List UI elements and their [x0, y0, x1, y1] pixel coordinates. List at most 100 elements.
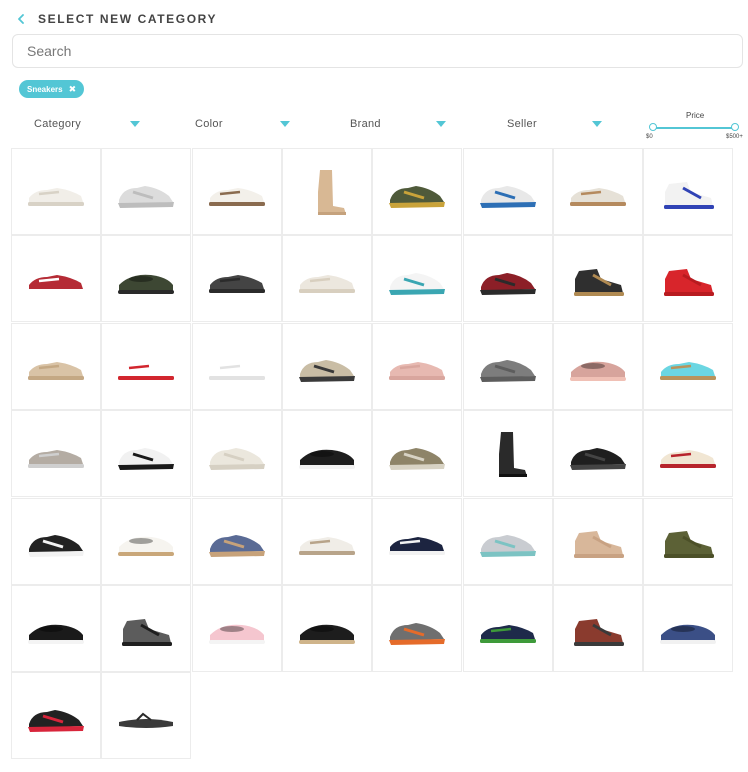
product-tile[interactable] [552, 235, 643, 323]
shoe-image [208, 274, 265, 293]
shoe-image [28, 449, 84, 468]
product-tile[interactable] [11, 410, 101, 498]
product-tile[interactable] [372, 497, 463, 585]
product-tile[interactable] [11, 322, 101, 410]
price-track[interactable] [653, 127, 735, 129]
product-tile[interactable] [191, 585, 282, 672]
shoe-image [479, 272, 536, 295]
shoe-image [664, 181, 715, 209]
shoe-image [498, 431, 527, 477]
shoe-image [569, 447, 626, 470]
product-tile[interactable] [281, 235, 372, 323]
price-slider[interactable]: Price $0 $500+ [645, 110, 745, 144]
product-tile[interactable] [11, 497, 101, 585]
price-label: Price [686, 111, 705, 120]
shoe-image [118, 362, 175, 381]
shoe-image [119, 712, 174, 728]
product-tile[interactable] [643, 235, 734, 323]
price-min-handle[interactable] [649, 123, 657, 131]
shoe-image [389, 447, 446, 470]
product-tile[interactable] [462, 410, 553, 498]
shoe-image [389, 185, 446, 208]
product-tile[interactable] [101, 322, 192, 410]
shoe-image [208, 447, 265, 470]
product-tile[interactable] [11, 672, 101, 760]
product-tile[interactable] [552, 410, 643, 498]
shoe-image [28, 187, 84, 206]
product-tile[interactable] [191, 322, 282, 410]
product-tile[interactable] [643, 322, 734, 410]
product-tile[interactable] [11, 235, 101, 323]
filter-category-label: Category [34, 118, 82, 130]
product-tile[interactable] [281, 410, 372, 498]
product-tile[interactable] [11, 585, 101, 672]
product-tile[interactable] [101, 497, 192, 585]
shoe-image [298, 274, 355, 293]
product-tile[interactable] [552, 585, 643, 672]
shoe-image [298, 537, 355, 556]
shoe-image [317, 169, 346, 215]
product-tile[interactable] [281, 585, 372, 672]
category-dropdown-icon[interactable] [130, 121, 140, 127]
shoe-image [389, 362, 446, 381]
product-tile[interactable] [101, 410, 192, 498]
product-tile[interactable] [643, 497, 734, 585]
filter-bar: Category Color Brand Seller [0, 114, 748, 134]
product-tile[interactable] [372, 410, 463, 498]
product-tile[interactable] [372, 322, 463, 410]
product-tile[interactable] [101, 148, 192, 235]
product-tile[interactable] [101, 672, 192, 760]
product-tile[interactable] [462, 585, 553, 672]
seller-dropdown-icon[interactable] [592, 121, 602, 127]
product-tile[interactable] [191, 410, 282, 498]
product-tile[interactable] [372, 585, 463, 672]
filter-brand[interactable]: Brand [350, 114, 381, 134]
shoe-image [208, 187, 265, 206]
product-tile[interactable] [462, 148, 553, 235]
product-tile[interactable] [11, 148, 101, 235]
product-tile[interactable] [372, 235, 463, 323]
search-input[interactable] [12, 34, 743, 68]
product-tile[interactable] [191, 497, 282, 585]
price-max-handle[interactable] [731, 123, 739, 131]
shoe-image [28, 624, 84, 644]
filter-category[interactable]: Category [34, 114, 81, 134]
product-tile[interactable] [462, 497, 553, 585]
active-filter-chip[interactable]: Sneakers ✖ [19, 80, 85, 98]
shoe-image [28, 362, 84, 381]
product-tile[interactable] [643, 410, 734, 498]
product-tile[interactable] [643, 148, 734, 235]
shoe-image [660, 449, 717, 468]
product-tile[interactable] [101, 235, 192, 323]
shoe-image [664, 531, 715, 559]
filter-color[interactable]: Color [195, 114, 223, 134]
brand-dropdown-icon[interactable] [436, 121, 446, 127]
shoe-image [479, 535, 536, 558]
shoe-image [28, 274, 84, 293]
shoe-image [298, 360, 355, 383]
product-tile[interactable] [281, 322, 372, 410]
product-tile[interactable] [281, 148, 372, 235]
product-tile[interactable] [643, 585, 734, 672]
product-tile[interactable] [281, 497, 372, 585]
product-tile[interactable] [552, 322, 643, 410]
product-tile[interactable] [101, 585, 192, 672]
product-tile[interactable] [372, 148, 463, 235]
shoe-image [573, 268, 624, 296]
close-icon[interactable]: ✖ [69, 84, 77, 94]
filter-seller[interactable]: Seller [507, 114, 537, 134]
product-tile[interactable] [191, 148, 282, 235]
color-dropdown-icon[interactable] [280, 121, 290, 127]
back-button[interactable] [14, 12, 28, 26]
product-tile[interactable] [462, 235, 553, 323]
product-tile[interactable] [191, 235, 282, 323]
shoe-image [479, 624, 536, 643]
shoe-image [569, 187, 626, 206]
product-tile[interactable] [552, 148, 643, 235]
shoe-image [118, 185, 175, 208]
shoe-image [298, 624, 355, 644]
product-tile[interactable] [552, 497, 643, 585]
shoe-image [660, 362, 717, 381]
product-tile[interactable] [462, 322, 553, 410]
filter-brand-label: Brand [350, 118, 381, 130]
